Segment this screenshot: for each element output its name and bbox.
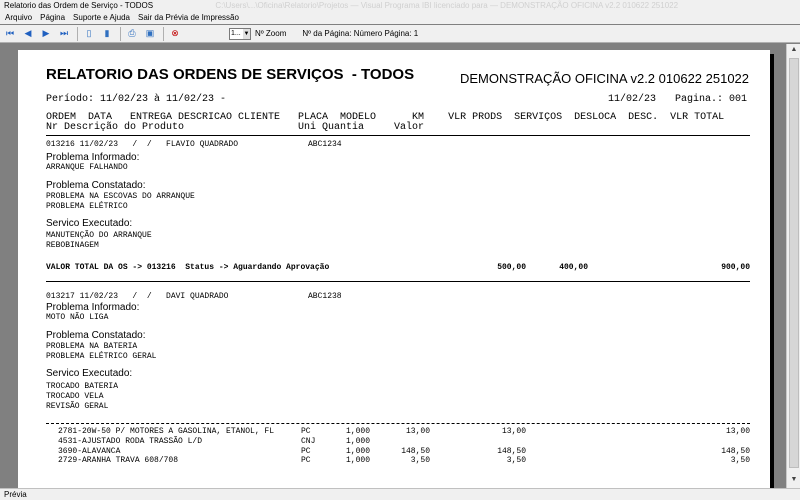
order-vlr-prods: 500,00: [497, 263, 526, 272]
header-divider: [46, 135, 750, 136]
order-divider: [46, 281, 750, 282]
item-description: 3690-ALAVANCA: [58, 447, 121, 456]
window-title-extra: C:\Users\...\Oficina\Relatorio\Projetos …: [215, 1, 679, 10]
toolbar-separator: [163, 26, 164, 41]
item-quantity: 1,000: [345, 456, 370, 465]
section-problema-informado: Problema Informado:: [46, 302, 140, 313]
order-line: 013216 11/02/23 / / FLAVIO QUADRADO: [46, 140, 239, 149]
servico-executado-text: TROCADO VELA: [46, 392, 104, 401]
menu-sair-previa[interactable]: Sair da Prévia de Impressão: [135, 12, 242, 24]
order-vlr-total: 900,00: [721, 263, 750, 272]
toolbar-separator: [77, 26, 78, 41]
item-quantity: 1,000: [345, 447, 370, 456]
item-total: 148,50: [721, 447, 750, 456]
item-value: 13,00: [405, 427, 430, 436]
section-problema-constatado: Problema Constatado:: [46, 180, 146, 191]
next-page-icon[interactable]: ▶: [38, 27, 54, 41]
order-servicos: 400,00: [559, 263, 588, 272]
items-divider: [46, 423, 750, 424]
prev-page-icon[interactable]: ◀: [20, 27, 36, 41]
item-description: 4531-AJUSTADO RODA TRASSÃO L/D: [58, 437, 203, 446]
item-value: 148,50: [401, 447, 430, 456]
page-number-label: Nº da Página: Número Página: 1: [302, 29, 419, 38]
report-period: Período: 11/02/23 à 11/02/23 -: [46, 94, 227, 105]
item-total: 3,50: [730, 456, 750, 465]
toolbar-separator: [120, 26, 121, 41]
scrollbar-thumb[interactable]: [789, 58, 799, 468]
order-placa: ABC1234: [308, 140, 342, 149]
item-unit: PC: [301, 447, 311, 456]
report-page-number: Pagina.: 001: [675, 94, 748, 105]
item-vlr-prods: 13,00: [501, 427, 526, 436]
page-icon[interactable]: ▯: [81, 27, 97, 41]
window-titlebar: Relatorio das Ordem de Serviço - TODOS C…: [0, 0, 800, 12]
preview-workspace[interactable]: RELATORIO DAS ORDENS DE SERVIÇOS - TODOS…: [0, 44, 786, 488]
order-total-line: VALOR TOTAL DA OS -> 013216 Status -> Ag…: [46, 263, 330, 272]
servico-executado-text: MANUTENÇÃO DO ARRANQUE: [46, 231, 152, 240]
status-text: Prévia: [4, 490, 27, 499]
problema-informado-text: ARRANQUE FALHANDO: [46, 163, 128, 172]
window-title: Relatorio das Ordem de Serviço - TODOS: [4, 1, 154, 10]
item-value: 3,50: [410, 456, 430, 465]
save-icon[interactable]: ▣: [142, 27, 158, 41]
section-problema-informado: Problema Informado:: [46, 152, 140, 163]
first-page-icon[interactable]: ⏮: [2, 27, 18, 41]
report-title: RELATORIO DAS ORDENS DE SERVIÇOS - TODOS: [46, 66, 415, 83]
report-page: RELATORIO DAS ORDENS DE SERVIÇOS - TODOS…: [18, 50, 770, 488]
servico-executado-text: REVISÃO GERAL: [46, 402, 109, 411]
chevron-down-icon: ▼: [243, 28, 250, 39]
problema-constatado-text: PROBLEMA ELÉTRICO GERAL: [46, 352, 157, 361]
scroll-up-icon[interactable]: ▲: [789, 46, 799, 56]
menu-arquivo[interactable]: Arquivo: [2, 12, 35, 24]
item-total: 13,00: [725, 427, 750, 436]
toolbar: ⏮ ◀ ▶ ⏭ ▯ ▮ ⎙ ▣ ⊗ 1... ▼ Nº Zoom Nº da P…: [0, 25, 800, 43]
column-header-2: Nr Descrição do Produto Uni Quantia Valo…: [46, 122, 425, 133]
item-quantity: 1,000: [345, 437, 370, 446]
print-icon[interactable]: ⎙: [124, 27, 140, 41]
last-page-icon[interactable]: ⏭: [56, 27, 72, 41]
zoom-label: Nº Zoom: [255, 29, 287, 38]
item-vlr-prods: 148,50: [497, 447, 526, 456]
item-unit: PC: [301, 456, 311, 465]
two-pages-icon[interactable]: ▮: [99, 27, 115, 41]
menu-bar: Arquivo Página Suporte e Ajuda Sair da P…: [0, 12, 800, 24]
servico-executado-text: REBOBINAGEM: [46, 241, 99, 250]
problema-constatado-text: PROBLEMA ELÉTRICO: [46, 202, 128, 211]
problema-constatado-text: PROBLEMA NA BATERIA: [46, 342, 138, 351]
problema-informado-text: MOTO NÃO LIGA: [46, 313, 109, 322]
section-servico-executado: Servico Executado:: [46, 218, 133, 229]
zoom-select[interactable]: 1... ▼: [229, 27, 251, 40]
item-description: 2781-20W-50 P/ MOTORES A GASOLINA, ETANO…: [58, 427, 275, 436]
status-bar: Prévia: [0, 488, 800, 500]
item-unit: PC: [301, 427, 311, 436]
order-line: 013217 11/02/23 / / DAVI QUADRADO: [46, 292, 229, 301]
section-servico-executado: Servico Executado:: [46, 368, 133, 379]
vertical-scrollbar[interactable]: ▲ ▼: [786, 44, 800, 488]
close-icon[interactable]: ⊗: [167, 27, 183, 41]
servico-executado-text: TROCADO BATERIA: [46, 382, 119, 391]
zoom-value: 1...: [231, 29, 241, 37]
item-description: 2729-ARANHA TRAVA 608/708: [58, 456, 179, 465]
item-quantity: 1,000: [345, 427, 370, 436]
order-placa: ABC1238: [308, 292, 342, 301]
report-print-date: 11/02/23: [608, 94, 657, 105]
item-unit: CNJ: [301, 437, 316, 446]
menu-suporte-ajuda[interactable]: Suporte e Ajuda: [70, 12, 133, 24]
scroll-down-icon[interactable]: ▼: [789, 476, 799, 486]
section-problema-constatado: Problema Constatado:: [46, 330, 146, 341]
company-name: DEMONSTRAÇÃO OFICINA v2.2 010622 251022: [460, 71, 750, 86]
menu-pagina[interactable]: Página: [37, 12, 68, 24]
problema-constatado-text: PROBLEMA NA ESCOVAS DO ARRANQUE: [46, 192, 195, 201]
item-vlr-prods: 3,50: [506, 456, 526, 465]
